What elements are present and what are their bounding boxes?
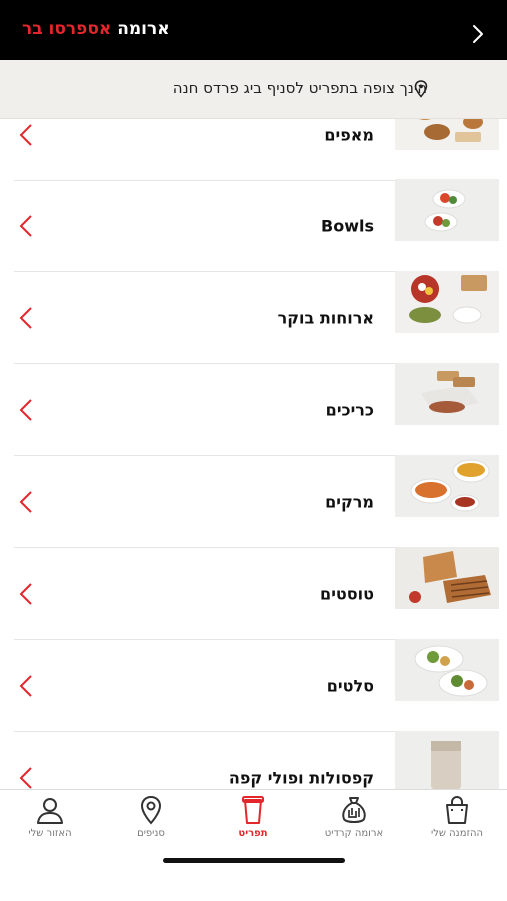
salads-thumbnail — [395, 639, 499, 701]
sandwiches-thumbnail — [395, 363, 499, 425]
category-row-toasts[interactable]: טוסטים — [14, 547, 499, 640]
soups-thumbnail — [395, 455, 499, 517]
chevron-left-icon — [19, 214, 32, 237]
tab-my-order[interactable]: ההזמנה שלי — [407, 794, 507, 844]
category-label: ארוחות בוקר — [277, 308, 374, 327]
map-pin-icon — [414, 80, 428, 98]
category-row-sandwiches[interactable]: כריכים — [14, 363, 499, 456]
category-row-breakfast[interactable]: ארוחות בוקר — [14, 271, 499, 364]
tab-label: סניפים — [137, 828, 165, 839]
category-label: כריכים — [325, 400, 374, 419]
coffee-capsules-thumbnail — [395, 731, 499, 789]
chevron-left-icon — [19, 582, 32, 605]
home-indicator[interactable] — [163, 858, 345, 863]
chevron-left-icon — [19, 123, 32, 146]
bottom-tab-bar: ההזמנה שלי ארומה קרדיט תפריט סניפים האזו… — [0, 789, 507, 901]
pastries-thumbnail — [395, 119, 499, 150]
tab-label: ההזמנה שלי — [430, 828, 484, 839]
brand-name-red: אספרסו בר — [22, 19, 112, 39]
category-label: מאפים — [324, 125, 374, 144]
user-icon — [37, 798, 63, 824]
category-row-bowls[interactable]: Bowls — [14, 179, 499, 272]
category-label: קפסולות ופולי קפה — [228, 768, 374, 787]
category-row-salads[interactable]: סלטים — [14, 639, 499, 732]
tab-my-area[interactable]: האזור שלי — [0, 794, 100, 844]
category-row-pastries[interactable]: מאפים — [14, 119, 499, 181]
branch-text: הינך צופה בתפריט לסניף ביג פרדס חנה — [172, 79, 427, 97]
branch-bar[interactable]: הינך צופה בתפריט לסניף ביג פרדס חנה — [0, 60, 507, 119]
brand-name-white: ארומה — [117, 19, 170, 39]
chevron-left-icon — [19, 766, 32, 789]
menu-category-list[interactable]: מאפים Bowls ארוחות בוקר כריכים מרקים טוס… — [0, 119, 507, 789]
brand-logo: ארומה אספרסו בר — [22, 19, 170, 39]
category-label: טוסטים — [320, 584, 374, 603]
tab-label: תפריט — [238, 828, 268, 839]
tab-branches[interactable]: סניפים — [101, 794, 201, 844]
chevron-left-icon — [19, 398, 32, 421]
tab-menu[interactable]: תפריט — [203, 794, 303, 844]
chevron-right-icon[interactable] — [466, 22, 490, 46]
category-row-coffee-capsules[interactable]: קפסולות ופולי קפה — [14, 731, 499, 789]
location-pin-icon — [140, 795, 162, 825]
tab-label: ארומה קרדיט — [324, 828, 384, 839]
money-bag-icon — [342, 797, 366, 823]
category-label: מרקים — [325, 492, 374, 511]
shopping-bag-icon — [446, 796, 468, 824]
category-label: Bowls — [321, 216, 374, 235]
category-row-soups[interactable]: מרקים — [14, 455, 499, 548]
bowls-thumbnail — [395, 179, 499, 241]
top-bar: ארומה אספרסו בר — [0, 0, 507, 60]
tab-label: האזור שלי — [28, 828, 72, 839]
chevron-left-icon — [19, 306, 32, 329]
chevron-left-icon — [19, 490, 32, 513]
breakfast-thumbnail — [395, 271, 499, 333]
chevron-left-icon — [19, 674, 32, 697]
toasts-thumbnail — [395, 547, 499, 609]
tab-aroma-credit[interactable]: ארומה קרדיט — [304, 794, 404, 844]
category-label: סלטים — [326, 676, 374, 695]
coffee-cup-icon — [242, 796, 264, 824]
